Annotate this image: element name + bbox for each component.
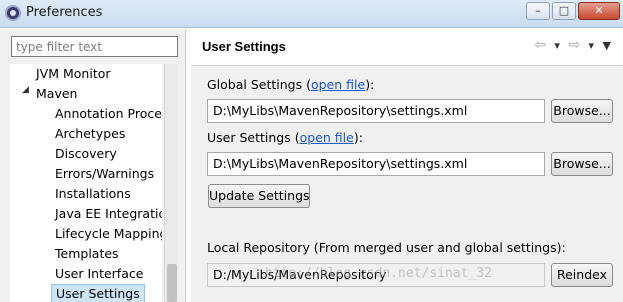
page-title: User Settings	[202, 39, 286, 54]
tree-item-annotation-processing[interactable]: Annotation Processing	[55, 104, 162, 124]
tree-item-user-interface[interactable]: User Interface	[55, 264, 143, 284]
back-arrow-icon[interactable]: ⇦	[534, 37, 546, 53]
tree-item-errors-warnings[interactable]: Errors/Warnings	[55, 164, 154, 184]
tree-item-jvm-monitor[interactable]: JVM Monitor	[36, 64, 111, 84]
tree-scrollbar-thumb[interactable]	[167, 264, 177, 302]
forward-arrow-icon[interactable]: ⇨	[568, 37, 580, 53]
filter-input[interactable]	[11, 36, 178, 57]
eclipse-app-icon	[5, 5, 21, 21]
tree-scrollbar[interactable]	[164, 64, 178, 302]
expand-arrow-icon[interactable]: ◢	[22, 85, 29, 95]
tree-item-maven[interactable]: Maven	[36, 84, 77, 104]
window-title: Preferences	[26, 5, 103, 20]
tree-item-discovery[interactable]: Discovery	[55, 144, 117, 164]
global-settings-label-suffix: ):	[365, 77, 375, 92]
close-button[interactable]: ✕	[578, 2, 620, 20]
global-settings-open-file-link[interactable]: open file	[311, 77, 365, 92]
reindex-button[interactable]: Reindex	[551, 263, 613, 287]
global-settings-browse-button[interactable]: Browse...	[551, 99, 613, 123]
tree-item-installations[interactable]: Installations	[55, 184, 131, 204]
tree-item-user-settings[interactable]: User Settings	[51, 284, 145, 302]
page-header: User Settings ⇦ ▾ ⇨ ▾ ▼	[191, 29, 623, 66]
preferences-tree: JVM Monitor ◢ Maven Annotation Processin…	[10, 64, 162, 302]
page-nav: ⇦ ▾ ⇨ ▾ ▼	[530, 37, 611, 53]
user-settings-label: User Settings (open file):	[207, 130, 363, 145]
tree-item-archetypes[interactable]: Archetypes	[55, 124, 125, 144]
user-settings-open-file-link[interactable]: open file	[300, 130, 354, 145]
maximize-button[interactable]: □	[552, 2, 576, 20]
update-settings-button[interactable]: Update Settings	[208, 184, 310, 208]
forward-dropdown-icon[interactable]: ▾	[589, 39, 595, 52]
global-settings-label: Global Settings (open file):	[207, 77, 374, 92]
back-dropdown-icon[interactable]: ▾	[554, 39, 560, 52]
minimize-button[interactable]: –	[526, 2, 550, 20]
local-repository-label: Local Repository (From merged user and g…	[207, 240, 566, 255]
tree-item-templates[interactable]: Templates	[55, 244, 119, 264]
user-settings-field[interactable]: D:\MyLibs\MavenRepository\settings.xml	[207, 152, 545, 176]
window-titlebar: Preferences – □ ✕	[0, 0, 623, 28]
tree-item-java-ee-integration[interactable]: Java EE Integration	[55, 204, 162, 224]
preferences-sidebar: JVM Monitor ◢ Maven Annotation Processin…	[0, 29, 186, 302]
user-settings-browse-button[interactable]: Browse...	[551, 152, 613, 176]
view-menu-icon[interactable]: ▼	[603, 39, 611, 52]
watermark: http://blog.csdn.net/sinat_32	[265, 266, 492, 281]
settings-page: User Settings ⇦ ▾ ⇨ ▾ ▼ Global Settings …	[191, 29, 623, 302]
global-settings-field[interactable]: D:\MyLibs\MavenRepository\settings.xml	[207, 99, 545, 123]
global-settings-label-text: Global Settings (	[207, 77, 311, 92]
tree-item-lifecycle-mapping[interactable]: Lifecycle Mapping	[55, 224, 162, 244]
user-settings-label-suffix: ):	[353, 130, 363, 145]
user-settings-label-text: User Settings (	[207, 130, 300, 145]
